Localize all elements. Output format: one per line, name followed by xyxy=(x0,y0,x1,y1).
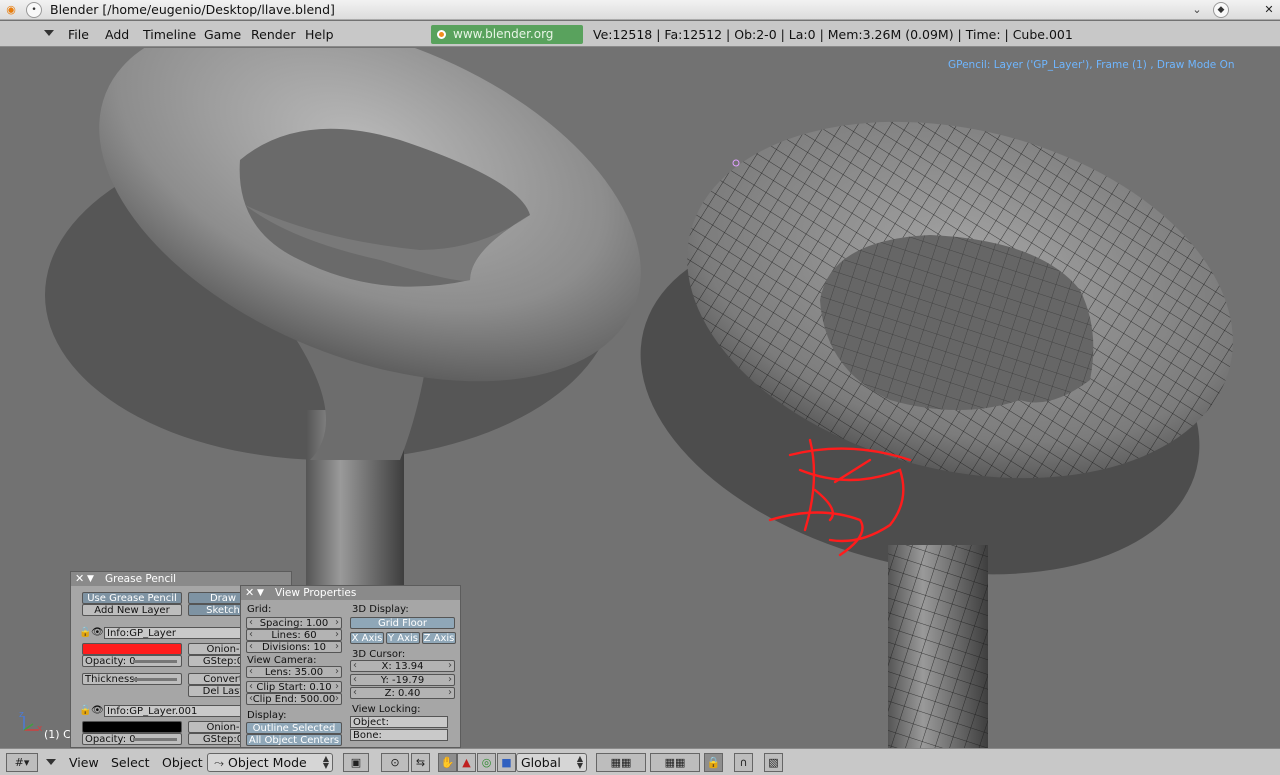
cursor-x-field[interactable]: X: 13.94 xyxy=(350,660,455,672)
view-properties-title: View Properties xyxy=(275,587,357,599)
thickness-label: Thickness: xyxy=(85,674,138,685)
right-key-shaft-wire xyxy=(888,545,988,748)
opacity-track xyxy=(133,660,177,663)
view-properties-panel: ✕ ▼ View Properties Grid: Spacing: 1.00 … xyxy=(240,585,461,748)
up-down-arrows-icon: ▲ ▼ xyxy=(576,754,583,770)
layer-2-lock-icon[interactable]: 🔒 xyxy=(79,705,91,716)
render-preview-icon[interactable]: ▧ xyxy=(764,753,783,772)
layer-2-info-field[interactable]: Info:GP_Layer.001 xyxy=(104,705,254,717)
layer-2-opacity-track xyxy=(133,738,177,741)
cursor-z-field[interactable]: Z: 0.40 xyxy=(350,687,455,699)
window-title: Blender [/home/eugenio/Desktop/llave.ble… xyxy=(50,2,335,17)
menu-view[interactable]: View xyxy=(69,755,99,770)
layer-buttons-group-2[interactable]: ▦▦ xyxy=(650,753,700,772)
panel-collapse-icon[interactable]: ▼ xyxy=(87,572,94,586)
grease-pencil-status: GPencil: Layer ('GP_Layer'), Frame (1) ,… xyxy=(948,59,1235,71)
minimize-icon[interactable]: ⌄ xyxy=(1190,3,1204,17)
opacity-slider[interactable]: Opacity: 0 xyxy=(82,655,182,667)
close-panel-icon[interactable]: ✕ xyxy=(245,586,254,600)
clip-start-field[interactable]: Clip Start: 0.10 xyxy=(246,681,342,693)
view-properties-panel-header[interactable]: ✕ ▼ View Properties xyxy=(241,586,460,600)
layer-info-field[interactable]: Info:GP_Layer xyxy=(104,627,254,639)
outline-selected-toggle[interactable]: Outline Selected xyxy=(246,722,342,734)
all-object-centers-toggle[interactable]: All Object Centers xyxy=(246,734,342,746)
header-collapse-icon[interactable] xyxy=(44,30,54,36)
menu-select[interactable]: Select xyxy=(111,755,150,770)
grid-floor-toggle[interactable]: Grid Floor xyxy=(350,617,455,629)
grease-pencil-panel-header[interactable]: ✕ ▼ Grease Pencil xyxy=(71,572,291,586)
orientation-value: Global xyxy=(521,755,561,770)
layer-2-visibility-icon[interactable]: 👁 xyxy=(91,705,104,716)
maximize-button[interactable]: ◆ xyxy=(1213,2,1229,18)
lock-layers-icon[interactable]: 🔒 xyxy=(704,753,723,772)
layer-lock-icon[interactable]: 🔒 xyxy=(79,627,91,638)
layer-visibility-icon[interactable]: 👁 xyxy=(91,627,104,638)
blender-website-badge[interactable]: www.blender.org 249.2 xyxy=(431,25,583,60)
view-axes-widget xyxy=(23,716,38,731)
x-axis-toggle[interactable]: X Axis xyxy=(350,632,384,644)
menu-file[interactable]: File xyxy=(68,27,89,42)
layer-2-opacity-slider[interactable]: Opacity: 0 xyxy=(82,733,182,745)
draw-type-icon[interactable]: ▣ xyxy=(343,753,369,772)
clip-end-field[interactable]: Clip End: 500.00 xyxy=(246,693,342,705)
blender-logo-icon xyxy=(437,30,446,39)
grid-lines-field[interactable]: Lines: 60 xyxy=(246,629,342,641)
grid-divisions-field[interactable]: Divisions: 10 xyxy=(246,641,342,653)
menu-help[interactable]: Help xyxy=(305,27,334,42)
use-grease-pencil-toggle[interactable]: Use Grease Pencil xyxy=(82,592,182,604)
view-locking-label: View Locking: xyxy=(352,704,421,715)
snap-magnet-icon[interactable]: ∩ xyxy=(734,753,753,772)
cursor-y-field[interactable]: Y: -19.79 xyxy=(350,674,455,686)
layer-2-opacity-label: Opacity: 0 xyxy=(85,734,136,745)
mode-selector[interactable]: ⤳ Object Mode ▲ ▼ xyxy=(207,753,333,772)
rotate-manipulator-icon[interactable]: ◎ xyxy=(477,753,496,772)
3d-cursor-icon xyxy=(732,159,740,167)
menu-timeline[interactable]: Timeline xyxy=(143,27,196,42)
window-titlebar: ◉ • Blender [/home/eugenio/Desktop/llave… xyxy=(0,0,1280,20)
thickness-slider[interactable]: Thickness: xyxy=(82,673,182,685)
mode-selector-value: Object Mode xyxy=(228,755,307,770)
menu-object[interactable]: Object xyxy=(162,755,203,770)
manipulator-hand-icon[interactable]: ✋ xyxy=(438,753,457,772)
display-label: Display: xyxy=(247,710,287,721)
3d-view-header: #▾ View Select Object ⤳ Object Mode ▲ ▼ ▣… xyxy=(0,748,1280,775)
editor-type-grid-icon[interactable]: #▾ xyxy=(6,753,38,772)
layer-2-color-swatch[interactable] xyxy=(82,721,182,733)
object-mode-icon: ⤳ xyxy=(214,755,225,770)
window-menu-button[interactable]: • xyxy=(26,2,42,18)
close-icon[interactable]: ✕ xyxy=(1262,3,1276,17)
pivot-point-icon[interactable]: ⊙ xyxy=(381,753,409,772)
layer-color-swatch[interactable] xyxy=(82,643,182,655)
3d-cursor-label: 3D Cursor: xyxy=(352,649,406,660)
grease-pencil-panel-title: Grease Pencil xyxy=(105,573,177,585)
view-lock-object-field[interactable]: Object: xyxy=(350,716,448,728)
panel-collapse-icon[interactable]: ▼ xyxy=(257,586,264,600)
menu-add[interactable]: Add xyxy=(105,27,129,42)
axis-x-label: x xyxy=(37,724,43,734)
menu-game[interactable]: Game xyxy=(204,27,241,42)
header-collapse-icon[interactable] xyxy=(46,759,56,765)
align-icon[interactable]: ⇆ xyxy=(411,753,430,772)
translate-manipulator-icon[interactable]: ▲ xyxy=(457,753,476,772)
scene-statistics: Ve:12518 | Fa:12512 | Ob:2-0 | La:0 | Me… xyxy=(593,27,1073,42)
lens-field[interactable]: Lens: 35.00 xyxy=(246,666,342,678)
grid-spacing-field[interactable]: Spacing: 1.00 xyxy=(246,617,342,629)
scale-manipulator-icon[interactable]: ■ xyxy=(497,753,516,772)
z-axis-toggle[interactable]: Z Axis xyxy=(422,632,456,644)
axis-z-label: z xyxy=(19,710,24,720)
view-lock-bone-field[interactable]: Bone: xyxy=(350,729,448,741)
view-camera-label: View Camera: xyxy=(247,655,317,666)
menu-render[interactable]: Render xyxy=(251,27,296,42)
thickness-track xyxy=(133,678,177,681)
up-down-arrows-icon: ▲ ▼ xyxy=(322,754,329,770)
opacity-label: Opacity: 0 xyxy=(85,656,136,667)
orientation-selector[interactable]: Global ▲ ▼ xyxy=(516,753,587,772)
3d-display-label: 3D Display: xyxy=(352,604,409,615)
blender-app-icon: ◉ xyxy=(6,3,16,16)
close-panel-icon[interactable]: ✕ xyxy=(75,572,84,586)
y-axis-toggle[interactable]: Y Axis xyxy=(386,632,420,644)
add-new-layer-button[interactable]: Add New Layer xyxy=(82,604,182,616)
layer-buttons-group-1[interactable]: ▦▦ xyxy=(596,753,646,772)
grid-label: Grid: xyxy=(247,604,272,615)
